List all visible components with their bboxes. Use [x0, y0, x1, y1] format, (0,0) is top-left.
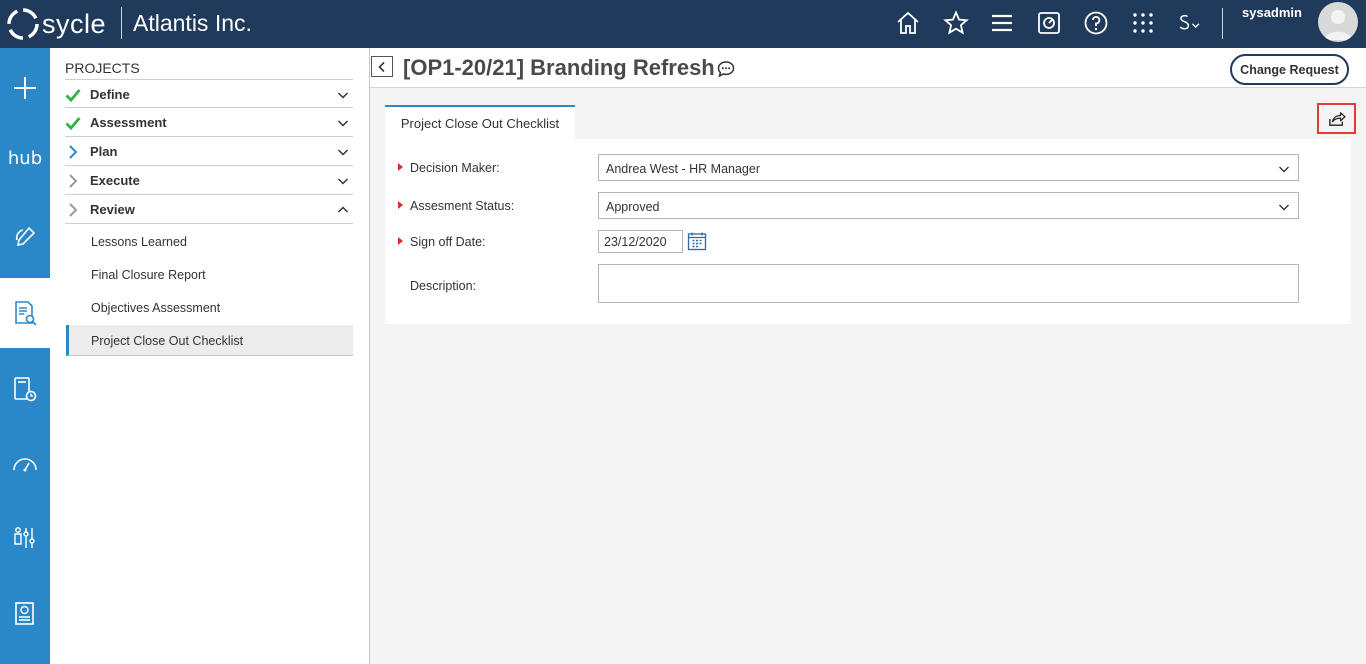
left-rail: hub [0, 48, 50, 664]
sycle-logo[interactable]: sycle [6, 7, 106, 41]
stage-review[interactable]: Review [65, 194, 353, 223]
required-marker [398, 163, 403, 171]
stage-label: Define [90, 87, 130, 102]
stage-define[interactable]: Define [65, 79, 353, 108]
menu-icon[interactable] [988, 9, 1016, 37]
review-item-label: Final Closure Report [91, 268, 206, 282]
description-textarea[interactable] [598, 264, 1299, 303]
share-button[interactable] [1317, 103, 1356, 134]
star-icon[interactable] [942, 9, 970, 37]
stage-execute[interactable]: Execute [65, 165, 353, 194]
stage-label: Assessment [90, 115, 167, 130]
s-dropdown-icon[interactable] [1174, 9, 1206, 37]
decision-maker-select[interactable]: Andrea West - HR Manager [598, 154, 1299, 181]
chevron-down-icon [1279, 166, 1289, 173]
username[interactable]: sysadmin [1242, 5, 1302, 20]
assessment-status-label: Assesment Status: [410, 199, 515, 213]
chevron-down-icon [337, 149, 349, 156]
topbar-divider [1222, 8, 1223, 39]
help-icon[interactable] [1082, 9, 1110, 37]
check-icon [65, 89, 81, 103]
comment-icon[interactable] [717, 60, 735, 78]
review-item-label: Lessons Learned [91, 235, 187, 249]
home-icon[interactable] [894, 9, 922, 37]
hub-label: hub [7, 147, 43, 169]
stage-label: Review [90, 202, 135, 217]
review-item-final-closure-report[interactable]: Final Closure Report [66, 259, 353, 290]
apps-grid-icon[interactable] [1129, 9, 1157, 37]
check-icon [65, 117, 81, 131]
collapse-nav-button[interactable] [371, 56, 393, 77]
review-item-label: Project Close Out Checklist [91, 334, 244, 348]
company-name: Atlantis Inc. [133, 10, 252, 36]
review-item-lessons-learned[interactable]: Lessons Learned [66, 226, 353, 257]
required-marker [398, 201, 403, 209]
add-icon[interactable] [0, 53, 50, 123]
gauge-icon[interactable] [0, 431, 50, 501]
project-navigation: PROJECTS Define Assessment Plan Execute … [50, 48, 369, 664]
page-header: [OP1-20/21] Branding Refresh Change Requ… [370, 48, 1366, 88]
logo-divider [121, 7, 122, 39]
chevron-down-icon [337, 92, 349, 99]
chevron-down-icon [1279, 204, 1289, 211]
chevron-right-icon [69, 174, 78, 188]
hub-link[interactable]: hub [0, 123, 50, 193]
review-item-label: Objectives Assessment [91, 301, 221, 315]
brand-name: sycle [42, 8, 107, 39]
page-title: [OP1-20/21] Branding Refresh [403, 55, 715, 80]
stage-label: Execute [90, 173, 140, 188]
chevron-up-icon [337, 206, 349, 213]
stage-plan[interactable]: Plan [65, 136, 353, 165]
calculator-clock-icon[interactable] [0, 354, 50, 424]
review-item-objectives-assessment[interactable]: Objectives Assessment [66, 292, 353, 323]
sign-off-date-label: Sign off Date: [410, 235, 486, 249]
document-search-icon[interactable] [0, 278, 50, 348]
main-content: [OP1-20/21] Branding Refresh Change Requ… [370, 48, 1366, 664]
chevron-right-icon [69, 203, 78, 217]
required-marker [398, 237, 403, 245]
chevron-left-icon [378, 61, 385, 72]
review-item-project-close-out-checklist[interactable]: Project Close Out Checklist [66, 325, 353, 356]
description-label: Description: [410, 279, 476, 293]
assessment-status-value: Approved [606, 200, 660, 214]
divider [65, 223, 353, 224]
top-bar: sycle Atlantis Inc. sysadmin [0, 0, 1366, 48]
chevron-down-icon [337, 178, 349, 185]
decision-maker-label: Decision Maker: [410, 161, 500, 175]
calendar-icon[interactable] [687, 231, 707, 251]
sign-off-date-input[interactable]: 23/12/2020 [598, 230, 683, 253]
share-icon [1328, 111, 1346, 126]
logo-ring-icon [6, 7, 40, 41]
stage-assessment[interactable]: Assessment [65, 107, 353, 136]
change-request-button[interactable]: Change Request [1230, 54, 1349, 85]
assessment-status-select[interactable]: Approved [598, 192, 1299, 219]
chevron-right-icon [69, 145, 78, 159]
edit-refresh-icon[interactable] [0, 201, 50, 271]
checklist-form: Decision Maker: Andrea West - HR Manager… [385, 139, 1351, 324]
chart-icon[interactable] [1035, 9, 1063, 37]
projects-heading: PROJECTS [65, 60, 140, 76]
chevron-down-icon [337, 120, 349, 127]
decision-maker-value: Andrea West - HR Manager [606, 162, 760, 176]
stage-label: Plan [90, 144, 118, 159]
avatar[interactable] [1318, 2, 1358, 42]
team-settings-icon[interactable] [0, 503, 50, 573]
report-icon[interactable] [0, 579, 50, 649]
tab-project-close-out-checklist[interactable]: Project Close Out Checklist [385, 105, 575, 139]
